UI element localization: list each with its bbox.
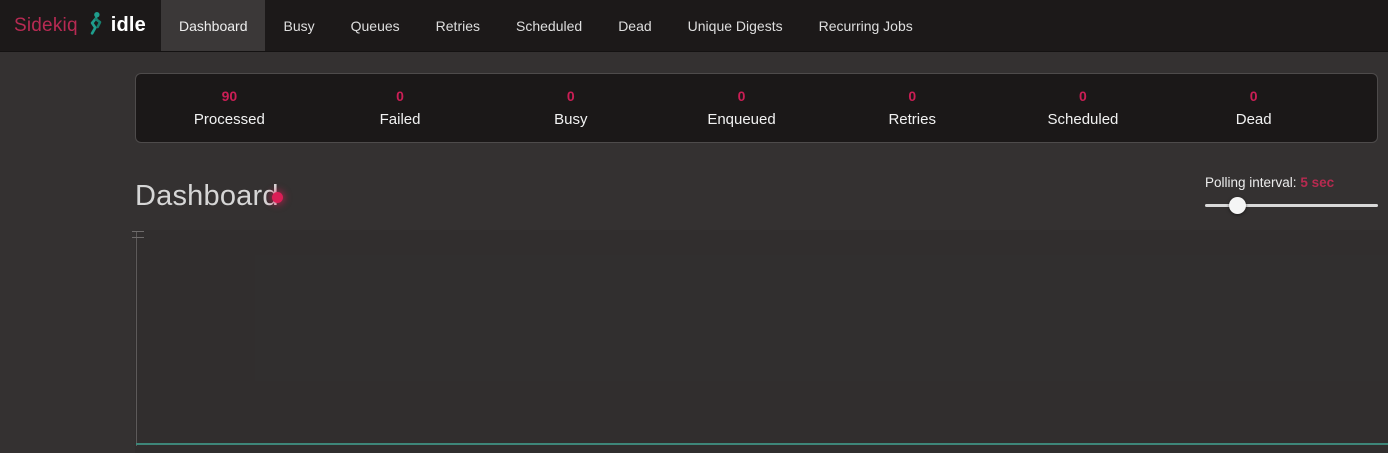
- slider-thumb[interactable]: [1229, 197, 1246, 214]
- nav-item-dead[interactable]: Dead: [600, 0, 669, 51]
- nav-item-unique-digests[interactable]: Unique Digests: [670, 0, 801, 51]
- stat-scheduled[interactable]: 0 Scheduled: [998, 89, 1169, 128]
- nav-item-retries[interactable]: Retries: [418, 0, 498, 51]
- stat-processed[interactable]: 90 Processed: [144, 89, 315, 128]
- stats-summary-panel: 90 Processed 0 Failed 0 Busy 0 Enqueued …: [135, 73, 1378, 143]
- stat-retries-label: Retries: [888, 111, 936, 128]
- chart-axis-tick: [132, 231, 144, 232]
- stat-scheduled-value: 0: [1079, 89, 1087, 104]
- stat-enqueued-label: Enqueued: [707, 111, 775, 128]
- polling-interval-slider[interactable]: [1205, 196, 1378, 214]
- nav-item-busy[interactable]: Busy: [265, 0, 332, 51]
- brand-name: Sidekiq: [14, 15, 78, 37]
- realtime-chart: [135, 230, 1388, 453]
- stat-failed[interactable]: 0 Failed: [315, 89, 486, 128]
- stat-retries-value: 0: [908, 89, 916, 104]
- stat-enqueued[interactable]: 0 Enqueued: [656, 89, 827, 128]
- polling-interval-value: 5 sec: [1300, 175, 1334, 190]
- polling-interval-control: Polling interval: 5 sec: [1205, 174, 1378, 214]
- live-beacon-indicator: [272, 192, 283, 203]
- navbar: Sidekiq idle Dashboard Busy Queues Retri…: [0, 0, 1388, 52]
- nav-items: Dashboard Busy Queues Retries Scheduled …: [161, 0, 931, 51]
- chart-flat-line: [136, 443, 1388, 445]
- status-text: idle: [111, 14, 146, 37]
- stat-processed-label: Processed: [194, 111, 265, 128]
- stat-enqueued-value: 0: [738, 89, 746, 104]
- polling-interval-label: Polling interval:: [1205, 175, 1300, 190]
- stat-dead-label: Dead: [1236, 111, 1272, 128]
- sidekiq-logo-icon: [85, 11, 104, 40]
- chart-axis-tick: [132, 237, 144, 238]
- stat-dead-value: 0: [1250, 89, 1258, 104]
- stat-busy[interactable]: 0 Busy: [485, 89, 656, 128]
- chart-y-axis: [136, 232, 137, 446]
- stat-busy-value: 0: [567, 89, 575, 104]
- stat-processed-value: 90: [222, 89, 238, 104]
- stat-scheduled-label: Scheduled: [1048, 111, 1119, 128]
- stat-retries[interactable]: 0 Retries: [827, 89, 998, 128]
- stat-failed-value: 0: [396, 89, 404, 104]
- page-title: Dashboard: [135, 179, 279, 213]
- nav-item-queues[interactable]: Queues: [333, 0, 418, 51]
- stat-busy-label: Busy: [554, 111, 587, 128]
- stat-failed-label: Failed: [380, 111, 421, 128]
- stat-dead[interactable]: 0 Dead: [1168, 89, 1339, 128]
- nav-item-dashboard[interactable]: Dashboard: [161, 0, 266, 51]
- nav-item-scheduled[interactable]: Scheduled: [498, 0, 600, 51]
- nav-item-recurring-jobs[interactable]: Recurring Jobs: [801, 0, 931, 51]
- polling-interval-caption: Polling interval: 5 sec: [1205, 174, 1378, 191]
- brand-link[interactable]: Sidekiq idle: [0, 0, 146, 51]
